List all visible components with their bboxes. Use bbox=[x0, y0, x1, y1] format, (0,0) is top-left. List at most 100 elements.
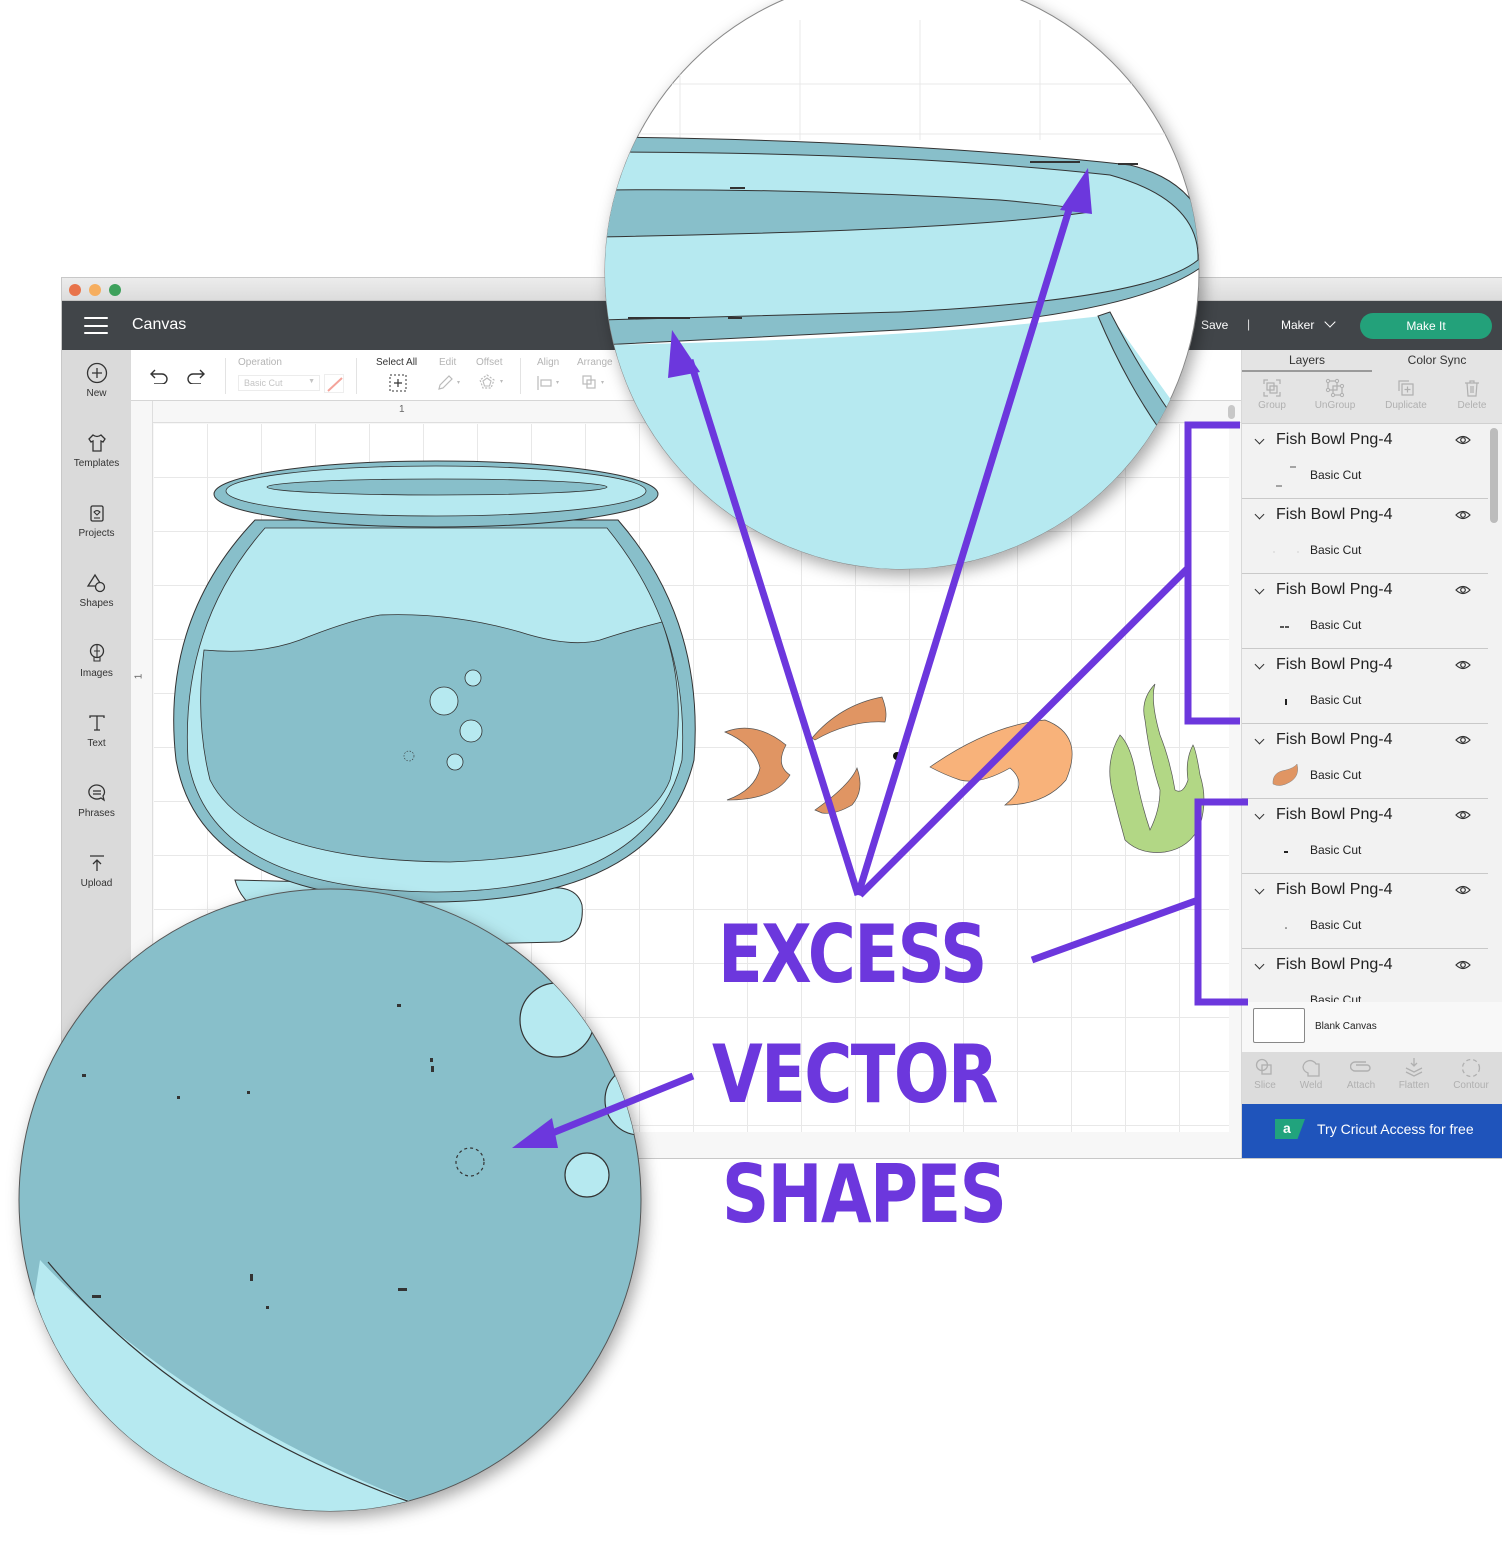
layer-name: Fish Bowl Png-4 bbox=[1276, 731, 1393, 748]
design-canvas[interactable]: 1 1 bbox=[131, 401, 1241, 1158]
arrowhead-icon bbox=[1060, 168, 1092, 214]
top-ruler: 1 bbox=[131, 401, 1241, 423]
slice-icon bbox=[1255, 1058, 1272, 1075]
layer-item[interactable]: Fish Bowl Png-4 Basic Cut bbox=[1242, 424, 1488, 499]
annotation-line-3: SHAPES bbox=[722, 1148, 1007, 1241]
operation-select[interactable]: Basic Cut ▼ bbox=[238, 375, 320, 391]
undo-icon[interactable] bbox=[149, 368, 169, 384]
layer-item[interactable]: Fish Bowl Png-4 Basic Cut bbox=[1242, 724, 1488, 799]
expand-chevron-icon[interactable] bbox=[1254, 809, 1265, 820]
shapes-icon bbox=[86, 573, 105, 593]
select-all-icon[interactable] bbox=[389, 374, 407, 392]
sidebar-item-images[interactable]: Images bbox=[62, 642, 131, 702]
machine-select[interactable]: Maker bbox=[1281, 316, 1337, 332]
group-icon bbox=[1263, 379, 1281, 397]
sidebar-item-new[interactable]: New bbox=[62, 362, 131, 422]
blank-canvas-row[interactable]: Blank Canvas bbox=[1242, 1002, 1502, 1052]
layer-thumbnail bbox=[1270, 914, 1302, 940]
offset-icon[interactable] bbox=[478, 373, 508, 393]
save-button[interactable]: Save bbox=[1201, 318, 1228, 332]
expand-chevron-icon[interactable] bbox=[1254, 434, 1265, 445]
attach-button[interactable]: Attach bbox=[1335, 1057, 1387, 1091]
sidebar-item-phrases[interactable]: Phrases bbox=[62, 782, 131, 842]
layer-name: Fish Bowl Png-4 bbox=[1276, 506, 1393, 523]
expand-chevron-icon[interactable] bbox=[1254, 659, 1265, 670]
cricut-design-space-window: Canvas Save | Maker Make It New Template… bbox=[62, 278, 1502, 1158]
ungroup-button[interactable]: UnGroup bbox=[1305, 378, 1365, 411]
pen-color-swatch[interactable] bbox=[324, 374, 344, 393]
layer-item[interactable]: Fish Bowl Png-4 Basic Cut bbox=[1242, 799, 1488, 874]
toolbar-divider bbox=[356, 358, 357, 394]
lightbulb-icon bbox=[89, 643, 104, 662]
menu-icon[interactable] bbox=[84, 317, 108, 334]
toolbar-divider bbox=[225, 358, 226, 394]
maximize-window-button[interactable] bbox=[109, 284, 121, 296]
expand-chevron-icon[interactable] bbox=[1254, 584, 1265, 595]
layer-thumbnail bbox=[1270, 989, 1302, 1002]
eye-icon[interactable] bbox=[1455, 659, 1471, 671]
layer-item[interactable]: Fish Bowl Png-4 Basic Cut bbox=[1242, 499, 1488, 574]
expand-chevron-icon[interactable] bbox=[1254, 509, 1265, 520]
attach-label: Attach bbox=[1346, 1080, 1376, 1091]
sidebar-item-projects[interactable]: Projects bbox=[62, 502, 131, 562]
eye-icon[interactable] bbox=[1455, 734, 1471, 746]
redo-icon[interactable] bbox=[186, 368, 206, 384]
layer-item[interactable]: Fish Bowl Png-4 Basic Cut bbox=[1242, 949, 1488, 1002]
eye-icon[interactable] bbox=[1455, 434, 1471, 446]
layer-name: Fish Bowl Png-4 bbox=[1276, 656, 1393, 673]
eye-icon[interactable] bbox=[1455, 584, 1471, 596]
delete-button[interactable]: Delete bbox=[1442, 378, 1502, 411]
layers-list: Fish Bowl Png-4 Basic Cut Fish Bowl Png-4 B… bbox=[1242, 424, 1488, 1002]
layer-item[interactable]: Fish Bowl Png-4 Basic Cut bbox=[1242, 574, 1488, 649]
eye-icon[interactable] bbox=[1455, 959, 1471, 971]
group-button[interactable]: Group bbox=[1242, 378, 1302, 411]
eye-icon[interactable] bbox=[1455, 884, 1471, 896]
layer-operation: Basic Cut bbox=[1310, 918, 1362, 932]
layer-item[interactable]: Fish Bowl Png-4 Basic Cut bbox=[1242, 874, 1488, 949]
flatten-label: Flatten bbox=[1398, 1080, 1430, 1091]
access-banner-text: Try Cricut Access for free bbox=[1317, 1121, 1474, 1137]
weld-button[interactable]: Weld bbox=[1285, 1057, 1337, 1091]
delete-label: Delete bbox=[1457, 400, 1487, 411]
sidebar-item-text[interactable]: Text bbox=[62, 712, 131, 772]
tshirt-icon bbox=[87, 434, 106, 452]
tab-layers[interactable]: Layers bbox=[1242, 353, 1372, 367]
tab-color-sync[interactable]: Color Sync bbox=[1372, 353, 1502, 367]
upload-icon bbox=[89, 855, 104, 871]
ungroup-icon bbox=[1325, 378, 1345, 398]
sidebar-item-upload[interactable]: Upload bbox=[62, 852, 131, 912]
weld-icon bbox=[1302, 1059, 1320, 1077]
layers-scrollbar[interactable] bbox=[1490, 428, 1498, 523]
sidebar-item-label: Shapes bbox=[79, 598, 114, 609]
expand-chevron-icon[interactable] bbox=[1254, 959, 1265, 970]
annotation-line-1: EXCESS bbox=[718, 908, 987, 1001]
speech-bubble-icon bbox=[87, 784, 105, 802]
align-icon[interactable] bbox=[536, 374, 564, 392]
layer-item[interactable]: Fish Bowl Png-4 Basic Cut bbox=[1242, 649, 1488, 724]
blank-canvas-swatch[interactable] bbox=[1253, 1008, 1305, 1043]
edit-label: Edit bbox=[439, 357, 457, 368]
cricut-access-logo: a bbox=[1275, 1119, 1305, 1139]
slice-button[interactable]: Slice bbox=[1239, 1057, 1291, 1091]
cricut-access-banner[interactable]: a Try Cricut Access for free bbox=[1242, 1104, 1502, 1158]
panel-tabs: Layers Color Sync bbox=[1242, 350, 1502, 372]
align-label: Align bbox=[537, 357, 560, 368]
expand-chevron-icon[interactable] bbox=[1254, 734, 1265, 745]
operation-label: Operation bbox=[238, 357, 282, 368]
flatten-icon bbox=[1405, 1058, 1423, 1077]
eye-icon[interactable] bbox=[1455, 809, 1471, 821]
contour-button[interactable]: Contour bbox=[1445, 1057, 1497, 1091]
eye-icon[interactable] bbox=[1455, 509, 1471, 521]
sidebar-item-shapes[interactable]: Shapes bbox=[62, 572, 131, 632]
close-window-button[interactable] bbox=[69, 284, 81, 296]
expand-chevron-icon[interactable] bbox=[1254, 884, 1265, 895]
edit-pencil-icon[interactable] bbox=[436, 374, 464, 392]
canvas-scrollbar[interactable] bbox=[1228, 405, 1235, 419]
operation-select-value: Basic Cut bbox=[244, 378, 283, 388]
minimize-window-button[interactable] bbox=[89, 284, 101, 296]
sidebar-item-templates[interactable]: Templates bbox=[62, 432, 131, 492]
duplicate-button[interactable]: Duplicate bbox=[1376, 378, 1436, 411]
make-it-button[interactable]: Make It bbox=[1360, 313, 1492, 339]
arrange-icon[interactable] bbox=[581, 374, 609, 392]
flatten-button[interactable]: Flatten bbox=[1388, 1057, 1440, 1091]
